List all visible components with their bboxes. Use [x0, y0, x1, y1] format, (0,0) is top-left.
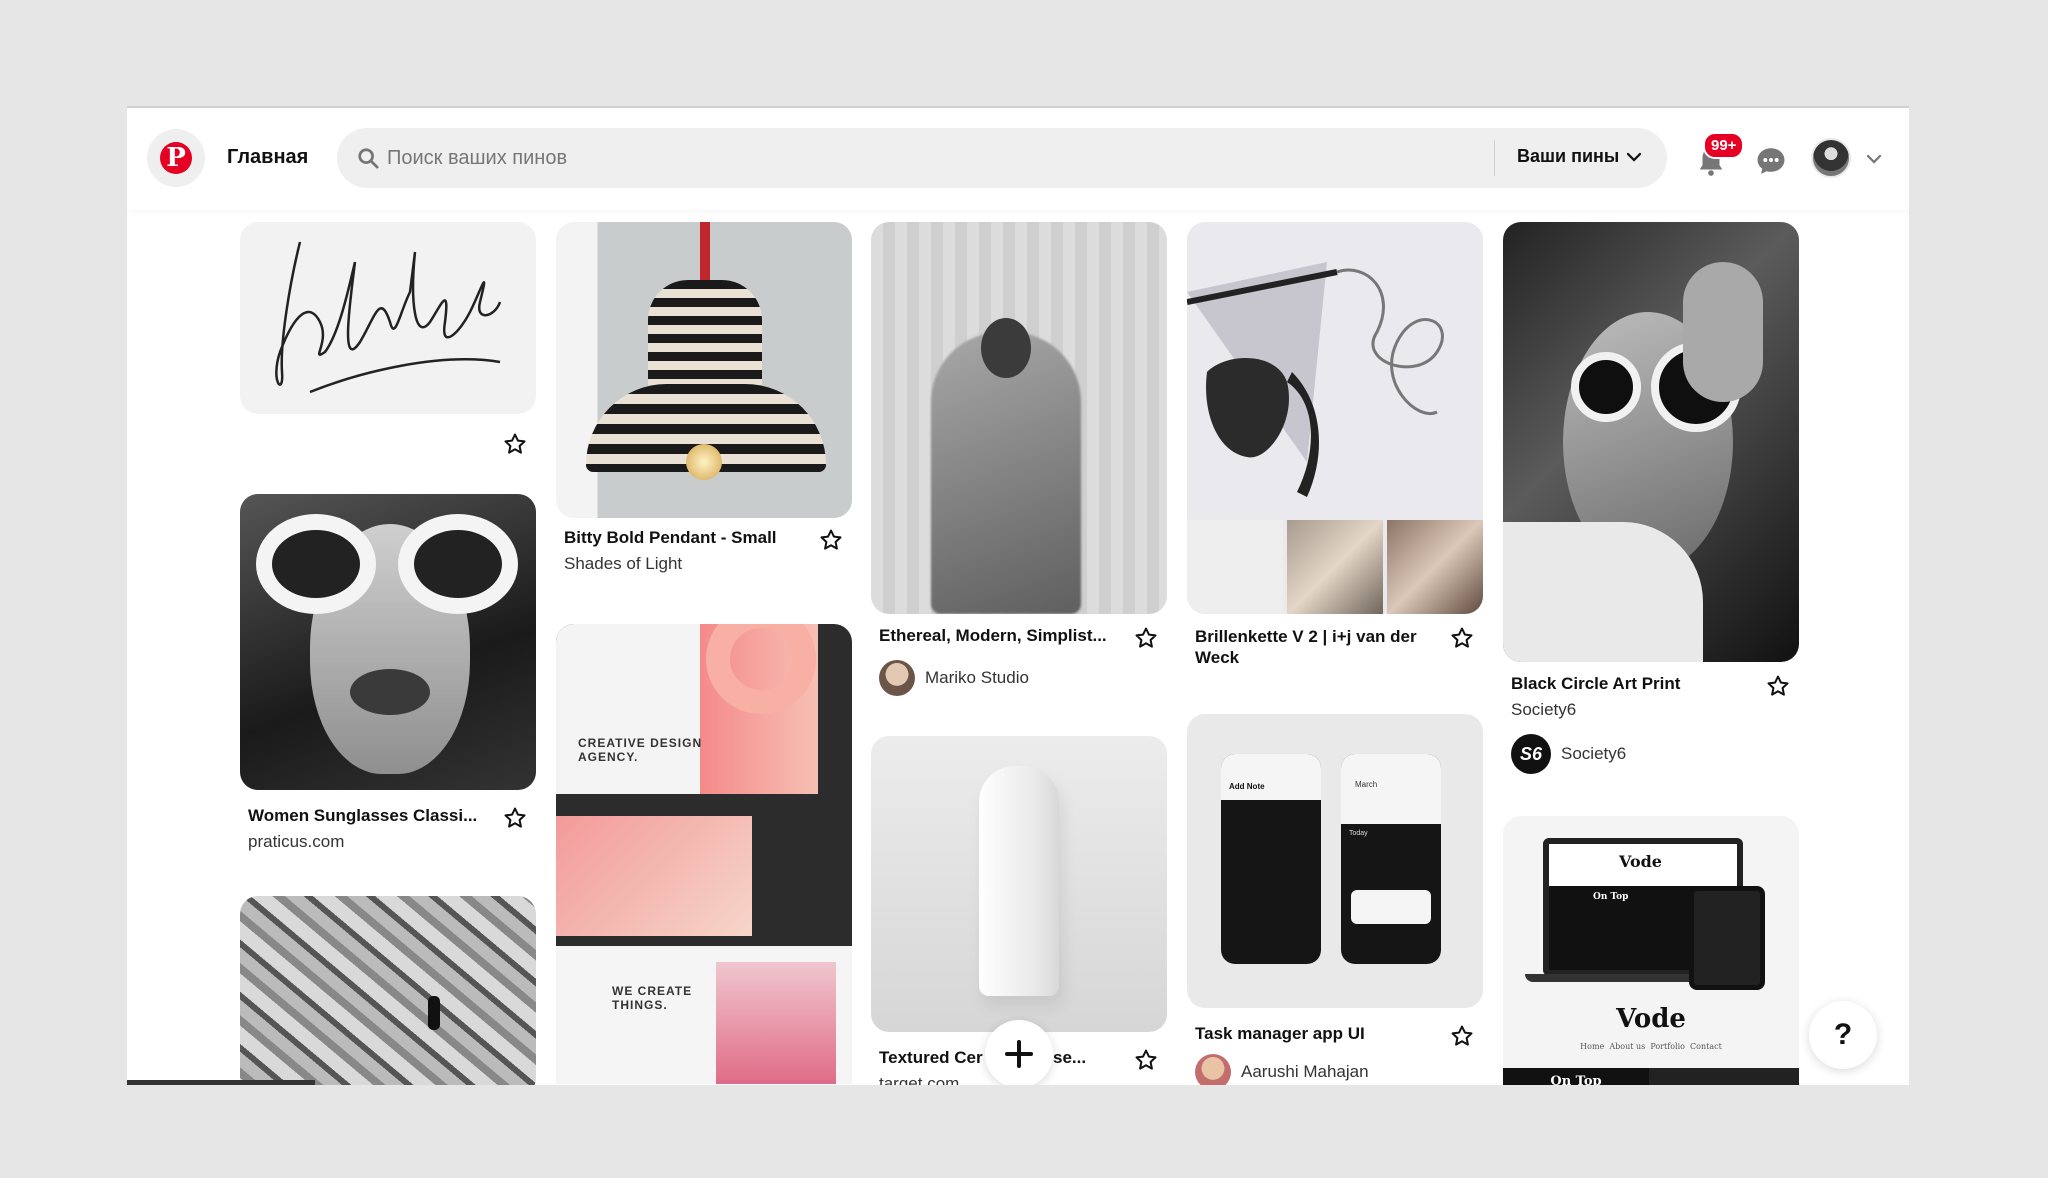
creator-avatar[interactable] [879, 660, 915, 696]
creator-name[interactable]: Society6 [1561, 744, 1626, 764]
vode-logo: Vode [1616, 1004, 1686, 1034]
glasses-left [1571, 352, 1641, 422]
creator-avatar[interactable] [1195, 1054, 1231, 1085]
agency-headline-1: CREATIVE DESIGN AGENCY. [578, 736, 703, 764]
search-icon [358, 148, 379, 169]
pin-image[interactable] [1503, 222, 1799, 662]
pin-image[interactable] [240, 222, 536, 414]
vase-shape [979, 766, 1059, 996]
pin-title-tail[interactable]: se... [1053, 1048, 1086, 1068]
profile-avatar[interactable] [1811, 138, 1851, 178]
pin-image[interactable]: Add Note March Today [1187, 714, 1483, 1008]
creator-name[interactable]: Mariko Studio [925, 668, 1029, 688]
laptop-brand: Vode [1619, 852, 1662, 871]
bottom-scroll-indicator [127, 1080, 315, 1085]
phone-left-header [1221, 754, 1321, 800]
tablet-shape [1689, 886, 1765, 990]
agency-card-2 [556, 816, 752, 936]
sunglasses-right [398, 514, 518, 614]
pin-title[interactable]: Women Sunglasses Classi... [248, 806, 493, 826]
create-pin-button[interactable] [985, 1020, 1053, 1085]
phone-right-header [1341, 754, 1441, 824]
head-shape [981, 318, 1031, 378]
figure-shape [428, 996, 440, 1030]
pin-source[interactable]: Society6 [1511, 700, 1576, 720]
pin-title[interactable]: Textured Cer [879, 1048, 989, 1068]
phone-right-today: Today [1349, 830, 1368, 837]
search-input[interactable] [387, 128, 1467, 188]
thumb-1 [1187, 520, 1283, 614]
star-icon[interactable] [1766, 674, 1790, 698]
phone-right-card [1351, 890, 1431, 924]
pin-image[interactable] [556, 222, 852, 518]
phone-right: March Today [1341, 754, 1441, 964]
signature-drawing [275, 241, 502, 394]
lips-shape [350, 669, 430, 715]
account-chevron-down-icon[interactable] [1865, 150, 1883, 168]
bulb-shape [686, 444, 722, 480]
pin-title[interactable]: Ethereal, Modern, Simplist... [879, 626, 1119, 646]
vode-nav: Home About us Portfolio Contact [1580, 1042, 1722, 1051]
pin-image[interactable] [1187, 222, 1483, 614]
pin-title[interactable]: Black Circle Art Print [1511, 674, 1751, 694]
chevron-down-icon [1627, 152, 1642, 162]
lamp-top [648, 280, 762, 390]
home-link[interactable]: Главная [227, 146, 308, 169]
star-icon[interactable] [503, 806, 527, 830]
pin-image[interactable] [871, 222, 1167, 614]
your-pins-dropdown[interactable]: Ваши пины [1517, 146, 1643, 167]
notifications-badge: 99+ [1703, 132, 1745, 159]
pin-image[interactable]: Vode On Top Vode Home About us Portfolio… [1503, 816, 1799, 1085]
pin-image[interactable]: CREATIVE DESIGN AGENCY. WE CREATE THINGS… [556, 624, 852, 1084]
thumb-2 [1287, 520, 1383, 614]
app-window: P Главная Ваши пины 99+ [127, 106, 1909, 1085]
laptop-badge: On Top [1593, 892, 1629, 902]
phone-right-label: March [1355, 780, 1378, 789]
society6-logo[interactable]: S6 [1511, 734, 1551, 774]
pin-source[interactable]: Shades of Light [564, 554, 682, 574]
vode-bar-label: On Top [1550, 1074, 1602, 1085]
collar-shape [1503, 522, 1703, 662]
pin-image[interactable] [240, 494, 536, 790]
sunglasses-left [256, 514, 376, 614]
glasses-drawing [1187, 262, 1444, 497]
star-icon[interactable] [1134, 626, 1158, 650]
plus-icon [1005, 1040, 1033, 1068]
messages-icon[interactable] [1754, 144, 1788, 178]
star-icon[interactable] [1134, 1048, 1158, 1072]
help-button[interactable]: ? [1809, 1001, 1877, 1069]
pinterest-logo-button[interactable]: P [147, 129, 205, 187]
phone-left: Add Note [1221, 754, 1321, 964]
star-icon[interactable] [1450, 626, 1474, 650]
hand-shape [1683, 262, 1763, 402]
thumb-3 [1387, 520, 1483, 614]
cord-shape [700, 222, 710, 284]
phone-left-label: Add Note [1229, 782, 1265, 791]
agency-photo [716, 962, 836, 1084]
pin-source[interactable]: praticus.com [248, 832, 344, 852]
pin-title[interactable]: Brillenkette V 2 | i+j van der Weck [1195, 626, 1445, 668]
search-divider [1494, 140, 1495, 176]
pin-source[interactable]: target.com [879, 1074, 959, 1085]
pin-image[interactable] [871, 736, 1167, 1032]
pin-image[interactable] [240, 896, 536, 1085]
agency-headline-2: WE CREATE THINGS. [612, 984, 693, 1012]
star-icon[interactable] [1450, 1024, 1474, 1048]
pin-title[interactable]: Task manager app UI [1195, 1024, 1435, 1044]
pin-title[interactable]: Bitty Bold Pendant - Small [564, 528, 804, 548]
top-bar: P Главная Ваши пины 99+ [127, 108, 1909, 210]
your-pins-label: Ваши пины [1517, 146, 1620, 166]
pinterest-logo-icon: P [160, 142, 192, 174]
star-icon[interactable] [819, 528, 843, 552]
search-bar: Ваши пины [337, 128, 1667, 188]
creator-name[interactable]: Aarushi Mahajan [1241, 1062, 1369, 1082]
star-icon[interactable] [503, 432, 527, 456]
